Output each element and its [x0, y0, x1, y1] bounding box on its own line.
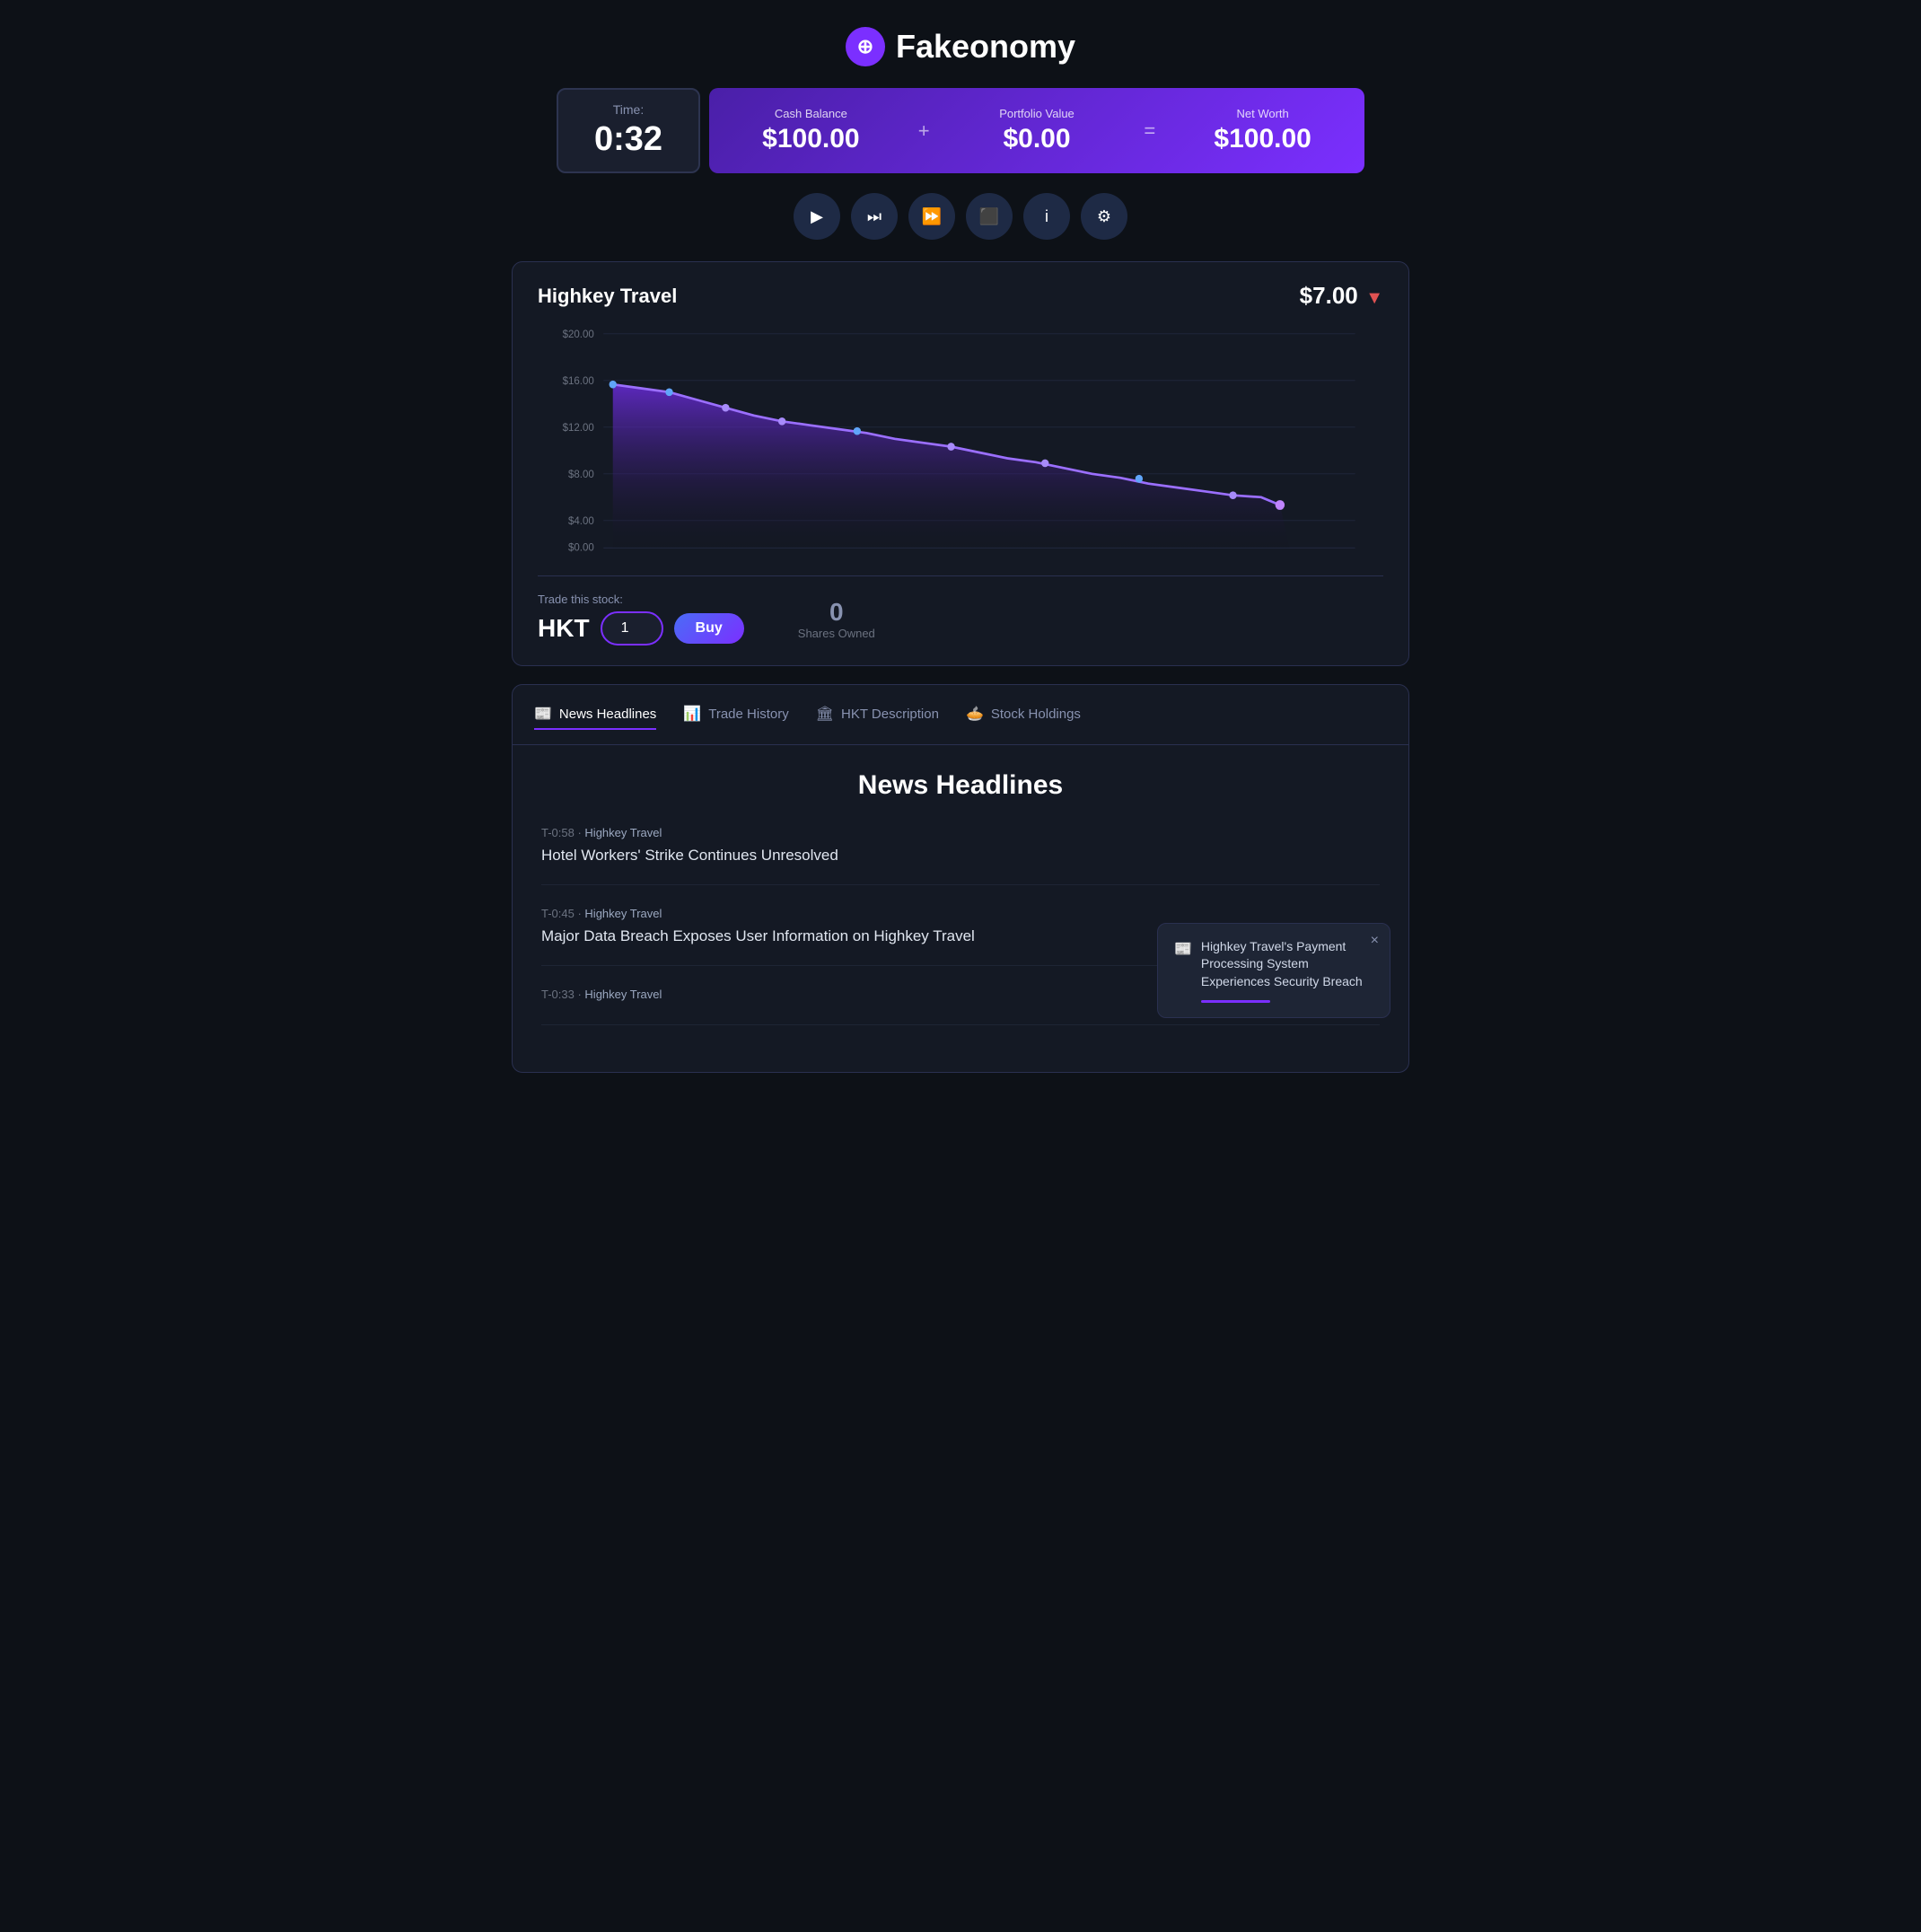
portfolio-label: Portfolio Value — [953, 107, 1121, 120]
cash-value: $100.00 — [727, 124, 895, 154]
trade-section: Trade this stock: HKT Buy 0 Shares Owned — [538, 593, 1383, 645]
news-time-2: T-0:45 — [541, 907, 575, 920]
shares-owned-display: 0 Shares Owned — [798, 598, 875, 640]
trade-controls-group: Trade this stock: HKT Buy — [538, 593, 744, 645]
portfolio-value: Portfolio Value $0.00 — [935, 94, 1139, 167]
tab-trade-history[interactable]: 📊 Trade History — [683, 699, 788, 730]
fast-forward-button[interactable]: ⏩ — [908, 193, 955, 240]
news-company-3: Highkey Travel — [584, 988, 662, 1001]
networth-label: Net Worth — [1179, 107, 1346, 120]
news-section-title: News Headlines — [541, 770, 1380, 801]
tabs-container: 📰 News Headlines 📊 Trade History 🏛 HKT D… — [512, 684, 1409, 745]
app-logo: ⊕ — [846, 27, 885, 66]
app-header: ⊕ Fakeonomy — [846, 27, 1075, 66]
content-panel: News Headlines T-0:58 · Highkey Travel H… — [512, 745, 1409, 1073]
news-meta-2: T-0:45 · Highkey Travel — [541, 907, 1380, 920]
chart-svg: $20.00 $16.00 $12.00 $8.00 $4.00 $0.00 — [538, 324, 1383, 558]
shares-label: Shares Owned — [798, 627, 875, 640]
trade-label: Trade this stock: — [538, 593, 744, 606]
svg-text:$20.00: $20.00 — [563, 329, 595, 340]
news-headline-1: Hotel Workers' Strike Continues Unresolv… — [541, 845, 1380, 866]
networth-value: $100.00 — [1179, 124, 1346, 154]
stock-chart: $20.00 $16.00 $12.00 $8.00 $4.00 $0.00 — [538, 324, 1383, 558]
news-company-1: Highkey Travel — [584, 826, 662, 839]
toast-notification: 📰 Highkey Travel's Payment Processing Sy… — [1157, 923, 1390, 1018]
skip-button[interactable]: ⏭ — [851, 193, 898, 240]
trade-tab-icon: 📊 — [683, 705, 701, 723]
net-worth: Net Worth $100.00 — [1161, 94, 1364, 167]
plus-symbol: + — [913, 119, 935, 143]
stock-name: Highkey Travel — [538, 285, 677, 308]
cash-balance: Cash Balance $100.00 — [709, 94, 913, 167]
svg-text:$4.00: $4.00 — [568, 515, 594, 527]
tab-news[interactable]: 📰 News Headlines — [534, 699, 656, 730]
news-time-1: T-0:58 — [541, 826, 575, 839]
stock-header: Highkey Travel $7.00 ▼ — [538, 282, 1383, 310]
news-company-2: Highkey Travel — [584, 907, 662, 920]
stats-bar: Time: 0:32 Cash Balance $100.00 + Portfo… — [557, 88, 1364, 173]
tab-description[interactable]: 🏛 HKT Description — [816, 699, 939, 730]
time-value: 0:32 — [583, 120, 673, 159]
cash-label: Cash Balance — [727, 107, 895, 120]
ticker-symbol: HKT — [538, 614, 590, 643]
tab-news-label: News Headlines — [559, 707, 656, 722]
settings-button[interactable]: ⚙ — [1081, 193, 1127, 240]
app-title: Fakeonomy — [896, 28, 1075, 66]
stock-panel: Highkey Travel $7.00 ▼ $20.00 $16.00 — [512, 261, 1409, 666]
stop-button[interactable]: ⬛ — [966, 193, 1013, 240]
tab-trade-label: Trade History — [708, 707, 788, 722]
buy-button[interactable]: Buy — [674, 613, 744, 644]
portfolio-value-amount: $0.00 — [953, 124, 1121, 154]
news-tab-icon: 📰 — [534, 705, 552, 723]
tab-holdings[interactable]: 🥧 Stock Holdings — [966, 699, 1081, 730]
shares-count: 0 — [798, 598, 875, 627]
financial-stats: Cash Balance $100.00 + Portfolio Value $… — [709, 88, 1364, 173]
play-button[interactable]: ▶ — [794, 193, 840, 240]
holdings-tab-icon: 🥧 — [966, 705, 984, 723]
quantity-input[interactable] — [601, 611, 663, 645]
svg-text:$8.00: $8.00 — [568, 469, 594, 480]
desc-tab-icon: 🏛 — [816, 705, 834, 723]
price-direction-icon: ▼ — [1365, 288, 1383, 308]
svg-text:$12.00: $12.00 — [563, 422, 595, 434]
stock-price: $7.00 — [1300, 282, 1358, 309]
toast-icon: 📰 — [1174, 940, 1192, 958]
stock-price-display: $7.00 ▼ — [1300, 282, 1383, 310]
time-label: Time: — [583, 102, 673, 117]
toast-text: Highkey Travel's Payment Processing Syst… — [1201, 938, 1373, 991]
svg-text:$16.00: $16.00 — [563, 375, 595, 387]
news-time-3: T-0:33 — [541, 988, 575, 1001]
tab-desc-label: HKT Description — [841, 707, 939, 722]
tab-holdings-label: Stock Holdings — [991, 707, 1081, 722]
news-meta-1: T-0:58 · Highkey Travel — [541, 826, 1380, 839]
toast-progress — [1201, 1000, 1270, 1003]
info-button[interactable]: i — [1023, 193, 1070, 240]
list-item: T-0:58 · Highkey Travel Hotel Workers' S… — [541, 826, 1380, 885]
playback-controls: ▶ ⏭ ⏩ ⬛ i ⚙ — [794, 193, 1127, 240]
toast-content: Highkey Travel's Payment Processing Syst… — [1201, 938, 1373, 1003]
equals-symbol: = — [1138, 119, 1161, 143]
time-display: Time: 0:32 — [557, 88, 700, 173]
toast-close-button[interactable]: × — [1371, 933, 1379, 949]
chart-divider — [538, 575, 1383, 576]
svg-text:$0.00: $0.00 — [568, 541, 594, 553]
